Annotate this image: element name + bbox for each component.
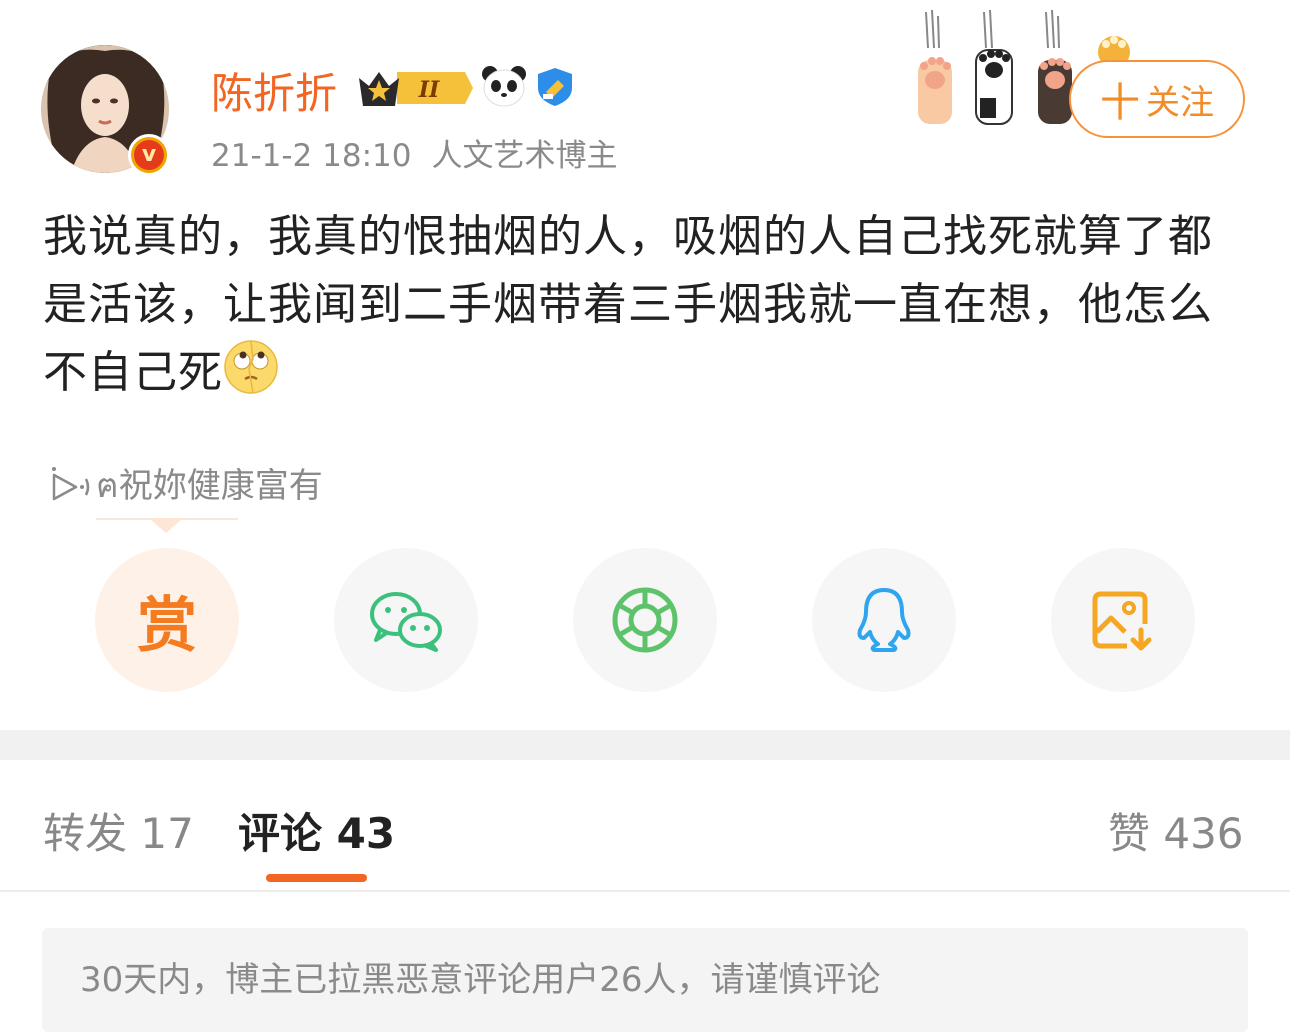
wechat-share-button[interactable] [334,548,478,692]
moments-share-button[interactable] [573,548,717,692]
user-tag: 人文艺术博主 [431,138,618,174]
active-tab-indicator [266,874,367,882]
post-content: 我说真的，我真的恨抽烟的人，吸烟的人自己找死就算了都是活该，让我闻到二手烟带着三… [43,203,1243,407]
level-text: II [418,77,440,103]
reward-button[interactable]: 赏 [95,548,239,692]
qq-share-button[interactable] [812,548,956,692]
reward-label: 赏 [137,590,197,661]
follow-label: 关注 [1146,82,1214,123]
save-image-button[interactable] [1051,548,1195,692]
member-crown-badge[interactable]: II [357,66,473,110]
post-meta: 21-1-2 18:10 人文艺术博主 [211,130,617,175]
moments-icon [612,587,678,653]
share-row: 赏 [0,548,1290,692]
post-text: 我说真的，我真的恨抽烟的人，吸烟的人自己找死就算了都是活该，让我闻到二手烟带着三… [43,211,1213,398]
section-divider [0,730,1290,760]
wechat-icon [370,592,442,652]
rolling-eyes-emoji-icon [224,340,278,394]
tab-likes[interactable]: 赞 436 [1108,800,1244,861]
music-link[interactable]: ฅ祝妳健康富有 [48,458,323,512]
verified-badge: v [128,134,170,176]
post-timestamp: 21-1-2 18:10 [211,138,412,174]
qq-icon [857,588,911,652]
tab-repost[interactable]: 转发 17 [43,800,194,861]
music-pointer [150,519,182,533]
save-image-icon [1092,591,1152,651]
shield-icon [538,68,572,106]
follow-button[interactable]: 十 关注 [1069,60,1245,138]
tabs-divider [0,890,1290,892]
comment-notice: 30天内，博主已拉黑恶意评论用户26人，请谨慎评论 [42,928,1248,1032]
interaction-tabs: 转发 17 评论 43 赞 436 [0,760,1290,890]
panda-icon [482,66,526,107]
notice-text: 30天内，博主已拉黑恶意评论用户26人，请谨慎评论 [80,960,881,1000]
plus-icon: 十 [1100,80,1140,126]
music-label: ฅ祝妳健康富有 [96,466,323,506]
v-icon: v [134,140,164,170]
username[interactable]: 陈折折 [211,60,337,121]
tab-comments[interactable]: 评论 43 [238,800,395,861]
play-sound-icon [52,467,90,501]
